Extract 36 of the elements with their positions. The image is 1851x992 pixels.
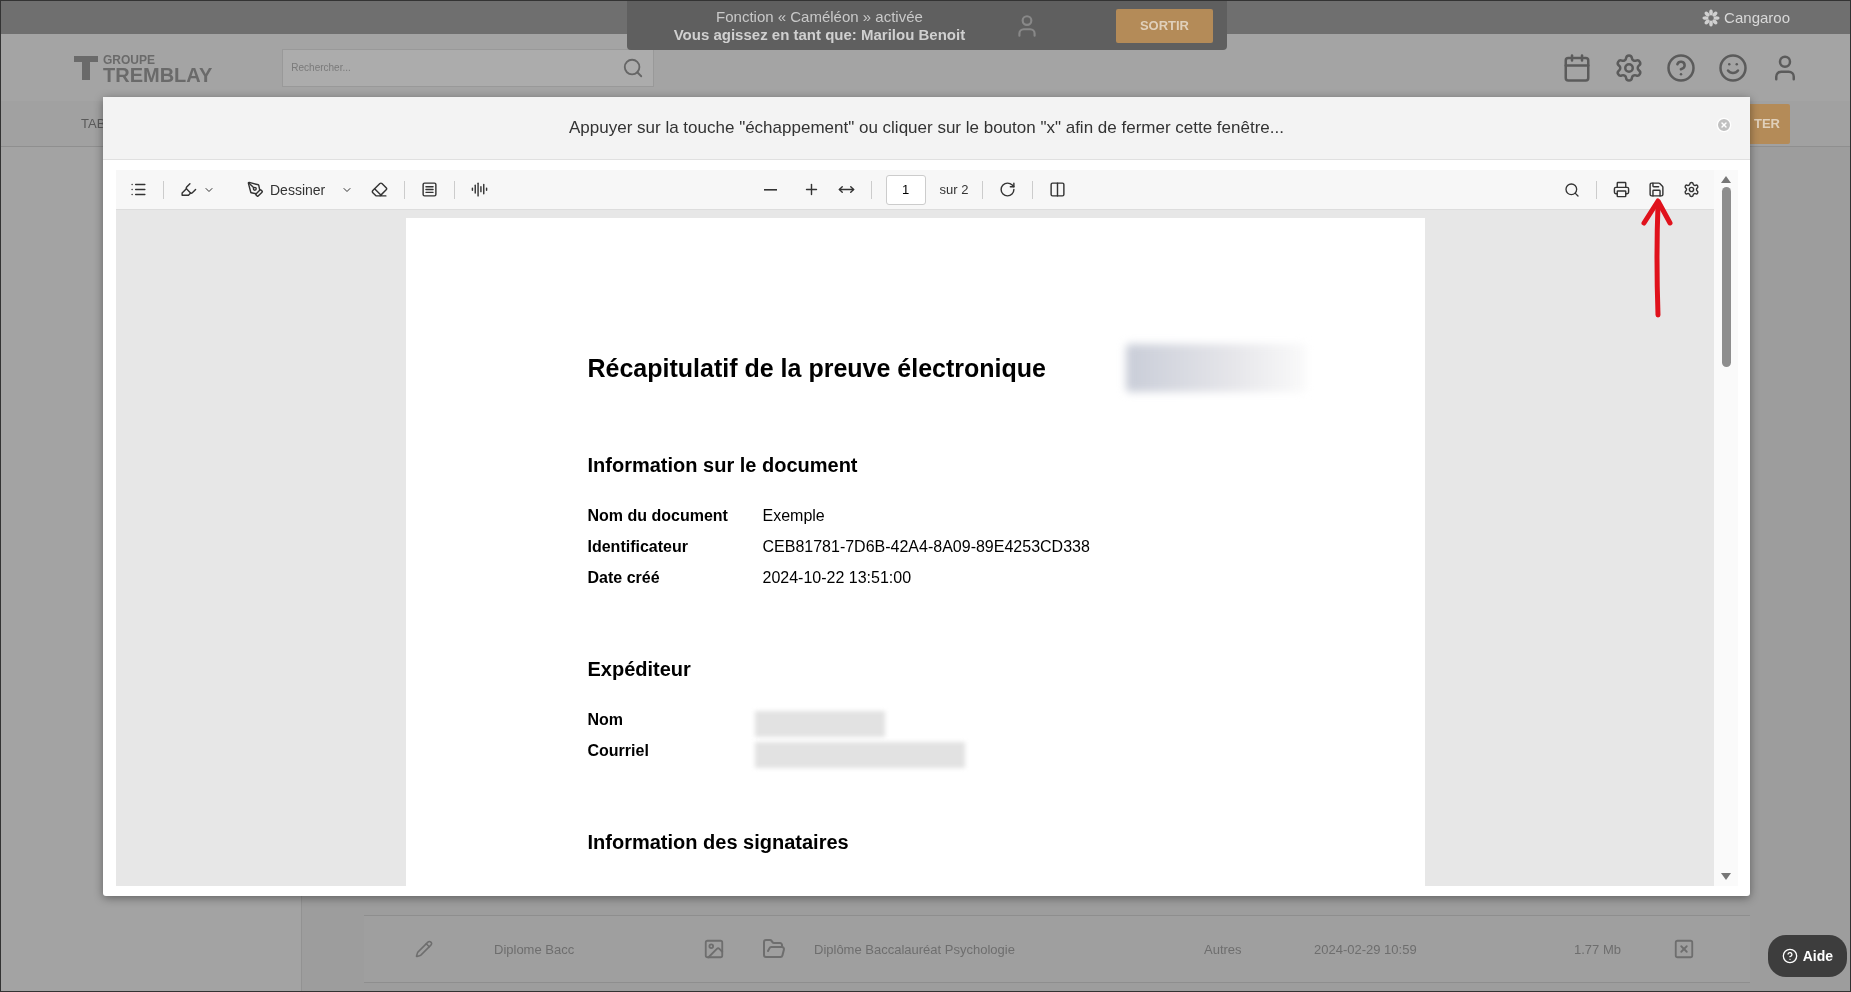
pen-icon: [247, 181, 264, 198]
field-label: Identificateur: [587, 538, 689, 556]
draw-button[interactable]: Dessiner: [245, 179, 356, 200]
field-label: Courriel: [587, 742, 650, 760]
logo-icon: [73, 54, 99, 81]
document-title: Récapitulatif de la preuve électronique: [587, 353, 1046, 383]
minus-icon: [763, 188, 777, 191]
field-label: Date créé: [587, 569, 661, 587]
section-heading: Information sur le document: [587, 454, 859, 477]
save-button[interactable]: [1646, 179, 1667, 200]
field-value: 2024-10-22 13:51:00: [762, 569, 912, 587]
brand-name: Cangaroo: [1702, 8, 1790, 27]
help-icon[interactable]: [1666, 52, 1696, 83]
page-number-field[interactable]: 1: [885, 174, 926, 205]
search-icon: [622, 56, 645, 79]
calendar-icon[interactable]: [1562, 52, 1592, 83]
field-label: Nom du document: [587, 507, 729, 525]
page-total: sur 2: [939, 182, 969, 197]
highlighter-icon: [180, 181, 197, 198]
print-button[interactable]: [1611, 179, 1632, 200]
section-heading: Information des signataires: [587, 831, 850, 854]
field-label: Nom: [587, 711, 625, 729]
close-hint: Appuyer sur la touche "échappement" ou cliquer sur le bouton "x" afin de fermer cette fenêtre...: [569, 118, 1284, 138]
section-heading: Expéditeur: [587, 658, 692, 681]
banner-title: Fonction « Caméléon » activée: [716, 7, 923, 26]
settings-icon[interactable]: [1614, 52, 1644, 83]
banner-subtitle: Vous agissez en tant que: Marilou Benoit: [673, 25, 966, 44]
help-icon: [1781, 948, 1798, 964]
logo-text: GROUPE: [103, 52, 156, 68]
brand-logo-icon: [1702, 8, 1721, 27]
image-icon: [703, 938, 725, 960]
field-value: CEB81781-7D6B-42A4-8A09-89E4253CD338: [762, 538, 1090, 556]
logo-text: TREMBLAY: [103, 67, 213, 83]
help-button[interactable]: Aide: [1767, 935, 1847, 977]
smiley-icon[interactable]: [1718, 52, 1748, 83]
field-value: Exemple: [762, 507, 825, 525]
